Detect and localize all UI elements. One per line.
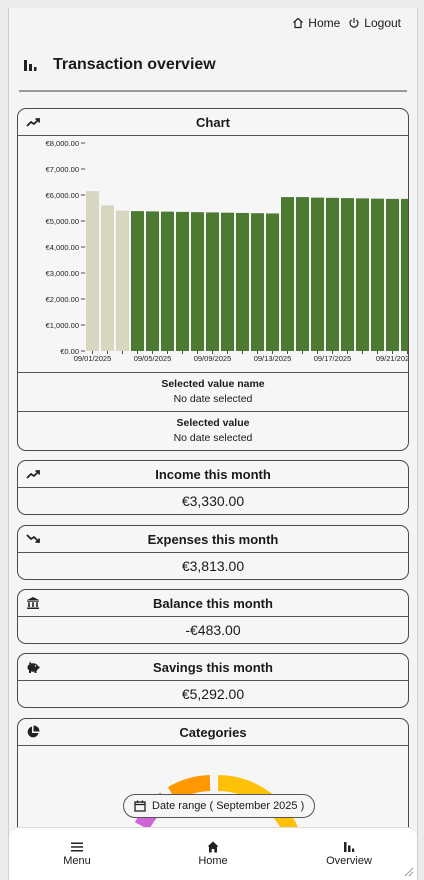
chart-card-header: Chart bbox=[18, 109, 408, 136]
y-tick-label: €8,000.00 bbox=[46, 139, 79, 148]
chart-bar[interactable] bbox=[191, 212, 204, 351]
home-icon bbox=[207, 841, 219, 853]
date-range-button[interactable]: Date range ( September 2025 ) bbox=[123, 794, 316, 818]
page-title: Transaction overview bbox=[53, 56, 216, 73]
bottom-nav: Menu Home Overview bbox=[9, 827, 417, 880]
income-card-title: Income this month bbox=[155, 466, 271, 482]
selected-value-section: Selected value No date selected bbox=[18, 411, 408, 450]
x-tick-label: 09/09/2025 bbox=[194, 354, 232, 363]
x-tick-label: 09/17/2025 bbox=[314, 354, 352, 363]
bottom-nav-overview-label: Overview bbox=[326, 855, 372, 867]
categories-card-title: Categories bbox=[179, 724, 247, 740]
x-tick-label: 09/05/2025 bbox=[134, 354, 172, 363]
savings-card: Savings this month €5,292.00 bbox=[17, 653, 409, 708]
logout-link[interactable]: Logout bbox=[348, 16, 401, 30]
trending-up-icon bbox=[26, 118, 40, 127]
header-divider bbox=[19, 90, 407, 92]
balance-value: -€483.00 bbox=[185, 622, 241, 638]
selected-value-value: No date selected bbox=[173, 432, 253, 444]
menu-icon bbox=[71, 842, 83, 852]
chart-bar[interactable] bbox=[86, 191, 99, 351]
y-tick-label: €6,000.00 bbox=[46, 191, 79, 200]
chart-bar[interactable] bbox=[221, 212, 234, 351]
bar-chart-icon bbox=[344, 842, 355, 852]
chart-bar[interactable] bbox=[281, 197, 294, 351]
income-card: Income this month €3,330.00 bbox=[17, 460, 409, 515]
bottom-nav-home[interactable]: Home bbox=[158, 841, 268, 867]
chart-bar[interactable] bbox=[311, 197, 324, 351]
chart-bar[interactable] bbox=[266, 213, 279, 351]
chart-bar[interactable] bbox=[251, 213, 264, 351]
chart-bar[interactable] bbox=[371, 198, 384, 351]
resize-handle-icon bbox=[404, 867, 414, 877]
chart-card: Chart €0.00 €1,000.00 €2,000.00 €3,000.00 €4… bbox=[17, 108, 409, 451]
pie-chart-icon bbox=[27, 725, 40, 738]
logout-link-label: Logout bbox=[364, 16, 401, 30]
home-link[interactable]: Home bbox=[292, 16, 340, 30]
expenses-card-header: Expenses this month bbox=[18, 526, 408, 553]
bar-chart-icon bbox=[24, 60, 37, 71]
chart-bar[interactable] bbox=[206, 212, 219, 351]
chart-bar[interactable] bbox=[326, 197, 339, 351]
top-nav: Home Logout bbox=[292, 16, 401, 30]
chart-bar[interactable] bbox=[146, 211, 159, 351]
home-link-label: Home bbox=[308, 16, 341, 30]
expenses-card-title: Expenses this month bbox=[147, 531, 279, 547]
piggy-bank-icon bbox=[27, 661, 40, 673]
selected-value-label: Selected value bbox=[176, 417, 250, 429]
chart-bar[interactable] bbox=[296, 197, 309, 351]
selected-name-value: No date selected bbox=[173, 393, 253, 405]
trending-down-icon bbox=[26, 534, 40, 543]
chart-bar[interactable] bbox=[236, 212, 249, 351]
chart-bar[interactable] bbox=[341, 198, 354, 351]
calendar-icon bbox=[134, 800, 146, 812]
y-tick-label: €7,000.00 bbox=[46, 165, 79, 174]
income-card-header: Income this month bbox=[18, 461, 408, 488]
bottom-nav-menu[interactable]: Menu bbox=[22, 841, 132, 867]
x-tick-label: 09/01/2025 bbox=[74, 354, 112, 363]
chart-bar[interactable] bbox=[401, 198, 409, 351]
y-tick-label: €5,000.00 bbox=[46, 217, 79, 226]
y-tick-label: €3,000.00 bbox=[46, 269, 79, 278]
balance-card-title: Balance this month bbox=[153, 595, 273, 611]
chart-bar[interactable] bbox=[176, 211, 189, 351]
savings-value: €5,292.00 bbox=[181, 686, 245, 702]
donut-segment-3[interactable] bbox=[167, 775, 211, 802]
chart-bar[interactable] bbox=[386, 198, 399, 351]
y-tick-label: €2,000.00 bbox=[46, 295, 79, 304]
app-frame: Home Logout Transaction overview Chart €… bbox=[8, 8, 418, 880]
chart-card-title: Chart bbox=[196, 114, 230, 130]
bottom-nav-menu-label: Menu bbox=[63, 855, 91, 867]
home-outline-icon bbox=[293, 17, 304, 29]
chart-bar[interactable] bbox=[356, 198, 369, 351]
chart-bar[interactable] bbox=[116, 210, 129, 351]
savings-card-title: Savings this month bbox=[153, 659, 273, 675]
bank-icon bbox=[27, 597, 39, 609]
savings-card-header: Savings this month bbox=[18, 654, 408, 681]
x-tick-label: 09/13/2025 bbox=[254, 354, 292, 363]
trending-up-icon bbox=[26, 470, 40, 479]
page-header: Transaction overview bbox=[23, 56, 403, 74]
date-range-label: Date range ( September 2025 ) bbox=[152, 800, 305, 812]
income-value: €3,330.00 bbox=[181, 493, 245, 509]
y-tick-label: €1,000.00 bbox=[46, 321, 79, 330]
selected-name-label: Selected value name bbox=[161, 378, 265, 390]
chart-bar[interactable] bbox=[131, 211, 144, 351]
balance-card-header: Balance this month bbox=[18, 590, 408, 617]
bottom-nav-home-label: Home bbox=[198, 855, 228, 867]
y-tick-label: €4,000.00 bbox=[46, 243, 79, 252]
expenses-card: Expenses this month €3,813.00 bbox=[17, 525, 409, 580]
transaction-bar-chart[interactable]: €0.00€1,000.00€2,000.00€3,000.00€4,000.0… bbox=[18, 136, 409, 373]
x-tick-label: 09/21/202 bbox=[376, 354, 409, 363]
chart-area[interactable]: €0.00 €1,000.00 €2,000.00 €3,000.00 €4,000.0… bbox=[18, 136, 408, 373]
categories-card-header: Categories bbox=[18, 719, 408, 746]
expenses-value: €3,813.00 bbox=[181, 558, 245, 574]
balance-card: Balance this month -€483.00 bbox=[17, 589, 409, 644]
chart-bar[interactable] bbox=[161, 211, 174, 351]
chart-bar[interactable] bbox=[101, 205, 114, 351]
selected-name-section: Selected value name No date selected bbox=[18, 373, 408, 411]
power-icon bbox=[349, 18, 359, 28]
bottom-nav-overview[interactable]: Overview bbox=[294, 841, 404, 867]
